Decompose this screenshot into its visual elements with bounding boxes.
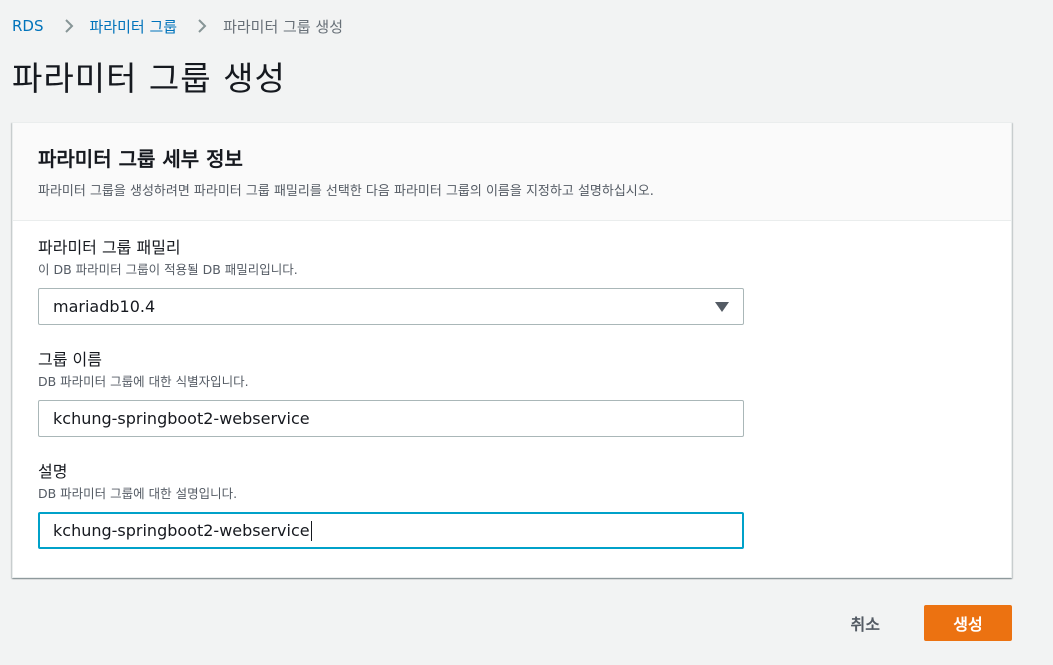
panel-title: 파라미터 그룹 세부 정보 — [38, 147, 243, 171]
description-label: 설명 — [38, 462, 68, 481]
group-name-description: DB 파라미터 그룹에 대한 식별자입니다. — [38, 374, 249, 389]
family-select[interactable]: mariadb10.4 — [38, 288, 744, 325]
description-field: 설명 DB 파라미터 그룹에 대한 설명입니다. kchung-springbo… — [38, 461, 986, 549]
panel-header: 파라미터 그룹 세부 정보 파라미터 그룹을 생성하려면 파라미터 그룹 패밀리… — [13, 123, 1011, 221]
family-field: 파라미터 그룹 패밀리 이 DB 파라미터 그룹이 적용될 DB 패밀리입니다.… — [38, 237, 986, 325]
group-name-field: 그룹 이름 DB 파라미터 그룹에 대한 식별자입니다. kchung-spri… — [38, 349, 986, 437]
family-description: 이 DB 파라미터 그룹이 적용될 DB 패밀리입니다. — [38, 262, 298, 277]
breadcrumb: RDS 파라미터 그룹 파라미터 그룹 생성 — [12, 14, 343, 38]
page-title: 파라미터 그룹 생성 — [12, 59, 286, 98]
breadcrumb-current: 파라미터 그룹 생성 — [223, 17, 344, 36]
chevron-right-icon — [197, 18, 207, 34]
group-name-label: 그룹 이름 — [38, 350, 102, 369]
form-actions: 취소 생성 — [835, 603, 1012, 643]
description-input[interactable]: kchung-springboot2-webservice — [38, 512, 744, 549]
caret-down-icon — [715, 301, 729, 312]
family-select-value: mariadb10.4 — [53, 297, 156, 316]
group-name-input-value: kchung-springboot2-webservice — [53, 409, 310, 428]
cancel-button[interactable]: 취소 — [835, 603, 896, 643]
parameter-group-details-panel: 파라미터 그룹 세부 정보 파라미터 그룹을 생성하려면 파라미터 그룹 패밀리… — [12, 122, 1012, 578]
text-cursor — [310, 520, 312, 541]
description-input-value: kchung-springboot2-webservice — [53, 521, 310, 540]
family-label: 파라미터 그룹 패밀리 — [38, 238, 181, 257]
description-description: DB 파라미터 그룹에 대한 설명입니다. — [38, 486, 238, 501]
breadcrumb-parameter-groups-link[interactable]: 파라미터 그룹 — [90, 16, 178, 37]
group-name-input[interactable]: kchung-springboot2-webservice — [38, 400, 744, 437]
breadcrumb-rds-link[interactable]: RDS — [12, 17, 44, 35]
chevron-right-icon — [64, 18, 74, 34]
create-button[interactable]: 생성 — [924, 605, 1012, 641]
panel-body: 파라미터 그룹 패밀리 이 DB 파라미터 그룹이 적용될 DB 패밀리입니다.… — [13, 221, 1011, 549]
panel-description: 파라미터 그룹을 생성하려면 파라미터 그룹 패밀리를 선택한 다음 파라미터 … — [38, 184, 654, 199]
